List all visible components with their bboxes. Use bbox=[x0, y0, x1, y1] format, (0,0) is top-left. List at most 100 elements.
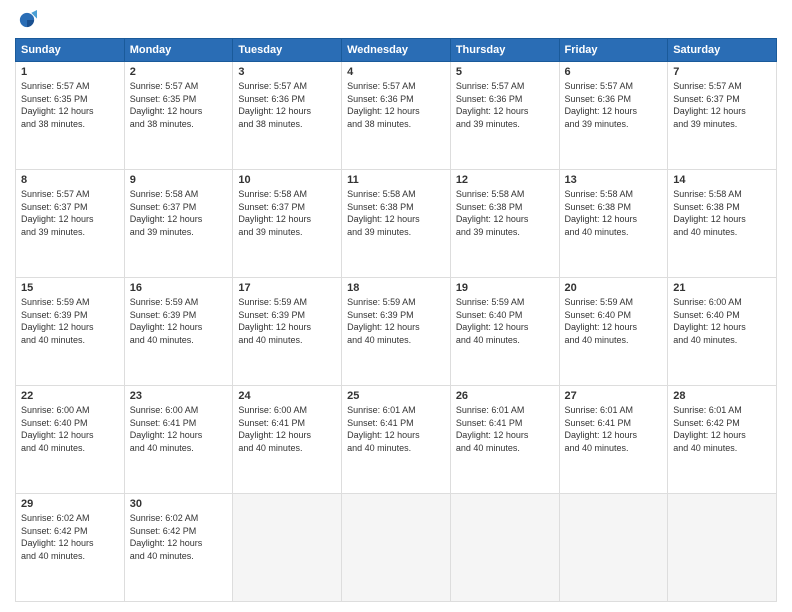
day-cell: 24 Sunrise: 6:00 AMSunset: 6:41 PMDayligh… bbox=[233, 386, 342, 494]
day-detail: Sunrise: 5:57 AMSunset: 6:37 PMDaylight:… bbox=[21, 188, 119, 238]
day-cell: 10 Sunrise: 5:58 AMSunset: 6:37 PMDayligh… bbox=[233, 170, 342, 278]
day-cell bbox=[233, 494, 342, 602]
day-cell: 18 Sunrise: 5:59 AMSunset: 6:39 PMDayligh… bbox=[342, 278, 451, 386]
day-cell: 19 Sunrise: 5:59 AMSunset: 6:40 PMDayligh… bbox=[450, 278, 559, 386]
calendar-table: SundayMondayTuesdayWednesdayThursdayFrid… bbox=[15, 38, 777, 602]
day-cell: 3 Sunrise: 5:57 AMSunset: 6:36 PMDaylight… bbox=[233, 62, 342, 170]
day-cell bbox=[559, 494, 668, 602]
header-sunday: Sunday bbox=[16, 39, 125, 62]
day-number: 6 bbox=[565, 66, 663, 78]
day-number: 11 bbox=[347, 174, 445, 186]
day-number: 9 bbox=[130, 174, 228, 186]
day-number: 13 bbox=[565, 174, 663, 186]
day-number: 17 bbox=[238, 282, 336, 294]
day-cell: 14 Sunrise: 5:58 AMSunset: 6:38 PMDayligh… bbox=[668, 170, 777, 278]
day-detail: Sunrise: 5:58 AMSunset: 6:37 PMDaylight:… bbox=[238, 188, 336, 238]
day-number: 10 bbox=[238, 174, 336, 186]
header-thursday: Thursday bbox=[450, 39, 559, 62]
day-number: 7 bbox=[673, 66, 771, 78]
day-cell bbox=[450, 494, 559, 602]
day-detail: Sunrise: 6:01 AMSunset: 6:41 PMDaylight:… bbox=[456, 404, 554, 454]
day-detail: Sunrise: 5:57 AMSunset: 6:35 PMDaylight:… bbox=[130, 80, 228, 130]
day-cell: 23 Sunrise: 6:00 AMSunset: 6:41 PMDayligh… bbox=[124, 386, 233, 494]
day-cell: 12 Sunrise: 5:58 AMSunset: 6:38 PMDayligh… bbox=[450, 170, 559, 278]
week-row-4: 29Sunrise: 6:02 AMSunset: 6:42 PMDayligh… bbox=[16, 494, 777, 602]
day-detail: Sunrise: 5:57 AMSunset: 6:35 PMDaylight:… bbox=[21, 80, 119, 130]
day-cell: 7 Sunrise: 5:57 AMSunset: 6:37 PMDaylight… bbox=[668, 62, 777, 170]
day-cell: 15 Sunrise: 5:59 AMSunset: 6:39 PMDayligh… bbox=[16, 278, 125, 386]
day-detail: Sunrise: 5:59 AMSunset: 6:39 PMDaylight:… bbox=[238, 296, 336, 346]
day-cell: 26 Sunrise: 6:01 AMSunset: 6:41 PMDayligh… bbox=[450, 386, 559, 494]
day-cell: 8Sunrise: 5:57 AMSunset: 6:37 PMDaylight… bbox=[16, 170, 125, 278]
top-bar bbox=[15, 10, 777, 30]
day-detail: Sunrise: 5:58 AMSunset: 6:38 PMDaylight:… bbox=[673, 188, 771, 238]
day-number: 26 bbox=[456, 390, 554, 402]
day-detail: Sunrise: 5:58 AMSunset: 6:38 PMDaylight:… bbox=[565, 188, 663, 238]
day-detail: Sunrise: 5:59 AMSunset: 6:40 PMDaylight:… bbox=[456, 296, 554, 346]
day-cell: 28 Sunrise: 6:01 AMSunset: 6:42 PMDayligh… bbox=[668, 386, 777, 494]
logo-icon bbox=[17, 10, 37, 30]
day-detail: Sunrise: 5:57 AMSunset: 6:36 PMDaylight:… bbox=[238, 80, 336, 130]
day-cell: 4 Sunrise: 5:57 AMSunset: 6:36 PMDaylight… bbox=[342, 62, 451, 170]
day-number: 4 bbox=[347, 66, 445, 78]
week-row-1: 8Sunrise: 5:57 AMSunset: 6:37 PMDaylight… bbox=[16, 170, 777, 278]
day-cell: 29Sunrise: 6:02 AMSunset: 6:42 PMDayligh… bbox=[16, 494, 125, 602]
day-detail: Sunrise: 5:58 AMSunset: 6:38 PMDaylight:… bbox=[456, 188, 554, 238]
day-detail: Sunrise: 5:59 AMSunset: 6:39 PMDaylight:… bbox=[347, 296, 445, 346]
day-cell: 17 Sunrise: 5:59 AMSunset: 6:39 PMDayligh… bbox=[233, 278, 342, 386]
day-detail: Sunrise: 6:00 AMSunset: 6:40 PMDaylight:… bbox=[21, 404, 119, 454]
header-tuesday: Tuesday bbox=[233, 39, 342, 62]
day-detail: Sunrise: 6:01 AMSunset: 6:41 PMDaylight:… bbox=[565, 404, 663, 454]
day-cell: 27Sunrise: 6:01 AMSunset: 6:41 PMDayligh… bbox=[559, 386, 668, 494]
day-detail: Sunrise: 5:59 AMSunset: 6:39 PMDaylight:… bbox=[130, 296, 228, 346]
day-detail: Sunrise: 5:58 AMSunset: 6:38 PMDaylight:… bbox=[347, 188, 445, 238]
day-cell: 6Sunrise: 5:57 AMSunset: 6:36 PMDaylight… bbox=[559, 62, 668, 170]
logo bbox=[15, 10, 39, 30]
day-number: 28 bbox=[673, 390, 771, 402]
day-number: 23 bbox=[130, 390, 228, 402]
day-number: 21 bbox=[673, 282, 771, 294]
day-cell: 13 Sunrise: 5:58 AMSunset: 6:38 PMDayligh… bbox=[559, 170, 668, 278]
day-number: 25 bbox=[347, 390, 445, 402]
day-number: 1 bbox=[21, 66, 119, 78]
day-detail: Sunrise: 5:59 AMSunset: 6:39 PMDaylight:… bbox=[21, 296, 119, 346]
day-detail: Sunrise: 6:01 AMSunset: 6:42 PMDaylight:… bbox=[673, 404, 771, 454]
day-number: 24 bbox=[238, 390, 336, 402]
day-number: 19 bbox=[456, 282, 554, 294]
day-number: 18 bbox=[347, 282, 445, 294]
day-number: 30 bbox=[130, 498, 228, 510]
week-row-2: 15 Sunrise: 5:59 AMSunset: 6:39 PMDayligh… bbox=[16, 278, 777, 386]
day-cell: 22 Sunrise: 6:00 AMSunset: 6:40 PMDayligh… bbox=[16, 386, 125, 494]
day-detail: Sunrise: 6:00 AMSunset: 6:41 PMDaylight:… bbox=[130, 404, 228, 454]
header-saturday: Saturday bbox=[668, 39, 777, 62]
page: SundayMondayTuesdayWednesdayThursdayFrid… bbox=[0, 0, 792, 612]
header-wednesday: Wednesday bbox=[342, 39, 451, 62]
day-number: 3 bbox=[238, 66, 336, 78]
day-detail: Sunrise: 6:02 AMSunset: 6:42 PMDaylight:… bbox=[130, 512, 228, 562]
day-cell: 16Sunrise: 5:59 AMSunset: 6:39 PMDayligh… bbox=[124, 278, 233, 386]
day-number: 22 bbox=[21, 390, 119, 402]
day-detail: Sunrise: 5:57 AMSunset: 6:36 PMDaylight:… bbox=[456, 80, 554, 130]
day-cell: 5 Sunrise: 5:57 AMSunset: 6:36 PMDaylight… bbox=[450, 62, 559, 170]
day-detail: Sunrise: 6:00 AMSunset: 6:41 PMDaylight:… bbox=[238, 404, 336, 454]
day-detail: Sunrise: 5:59 AMSunset: 6:40 PMDaylight:… bbox=[565, 296, 663, 346]
day-detail: Sunrise: 5:57 AMSunset: 6:36 PMDaylight:… bbox=[347, 80, 445, 130]
calendar-body: 1 Sunrise: 5:57 AMSunset: 6:35 PMDaylight… bbox=[16, 62, 777, 602]
day-cell: 2 Sunrise: 5:57 AMSunset: 6:35 PMDaylight… bbox=[124, 62, 233, 170]
day-detail: Sunrise: 6:00 AMSunset: 6:40 PMDaylight:… bbox=[673, 296, 771, 346]
week-row-3: 22 Sunrise: 6:00 AMSunset: 6:40 PMDayligh… bbox=[16, 386, 777, 494]
calendar-header-row: SundayMondayTuesdayWednesdayThursdayFrid… bbox=[16, 39, 777, 62]
day-number: 15 bbox=[21, 282, 119, 294]
day-cell bbox=[668, 494, 777, 602]
day-cell: 11 Sunrise: 5:58 AMSunset: 6:38 PMDayligh… bbox=[342, 170, 451, 278]
day-detail: Sunrise: 5:57 AMSunset: 6:37 PMDaylight:… bbox=[673, 80, 771, 130]
day-number: 14 bbox=[673, 174, 771, 186]
day-number: 2 bbox=[130, 66, 228, 78]
day-detail: Sunrise: 5:58 AMSunset: 6:37 PMDaylight:… bbox=[130, 188, 228, 238]
day-cell: 20Sunrise: 5:59 AMSunset: 6:40 PMDayligh… bbox=[559, 278, 668, 386]
day-cell: 21 Sunrise: 6:00 AMSunset: 6:40 PMDayligh… bbox=[668, 278, 777, 386]
day-number: 12 bbox=[456, 174, 554, 186]
day-number: 5 bbox=[456, 66, 554, 78]
day-cell: 25Sunrise: 6:01 AMSunset: 6:41 PMDayligh… bbox=[342, 386, 451, 494]
day-cell bbox=[342, 494, 451, 602]
